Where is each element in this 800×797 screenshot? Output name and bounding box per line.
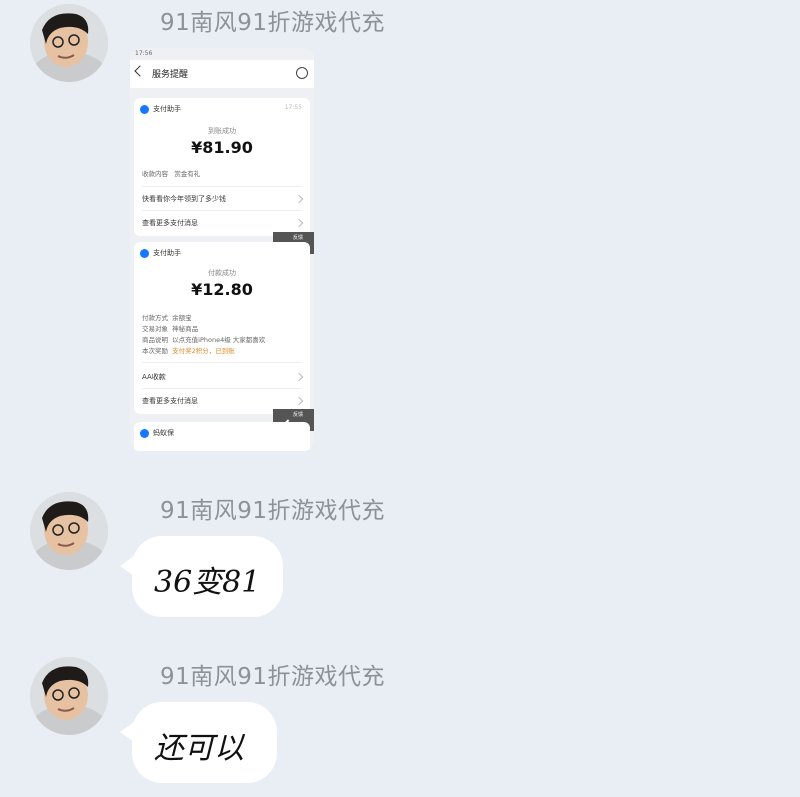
alipay-icon bbox=[140, 104, 149, 114]
avatar[interactable] bbox=[30, 657, 108, 735]
card-time: 17:55 bbox=[284, 104, 302, 111]
message-text: 36变81 bbox=[154, 565, 261, 600]
card-row: 付款方式 余额宝 bbox=[142, 314, 192, 322]
nav-title: 服务提醒 bbox=[152, 70, 189, 80]
avatar[interactable] bbox=[30, 4, 108, 82]
card-row: 商品说明 以点充值iPhone4级 大家都喜欢 bbox=[142, 336, 266, 344]
message-bubble[interactable]: 36变81 bbox=[120, 536, 283, 617]
sender-name: 91南风91折游戏代充 bbox=[160, 10, 386, 36]
divider bbox=[142, 210, 302, 211]
sender-name: 91南风91折游戏代充 bbox=[160, 498, 386, 524]
card-row: 交易对象 神秘商品 bbox=[142, 325, 199, 333]
chevron-right-icon bbox=[294, 396, 304, 406]
payment-card-2: 支付助手 付款成功 ¥12.80 付款方式 余额宝 交易对象 神秘商品 商品说明… bbox=[134, 242, 310, 414]
card-amount: ¥12.80 bbox=[191, 280, 253, 299]
chevron-right-icon bbox=[294, 218, 304, 228]
card-link: AA收款 bbox=[142, 373, 166, 381]
card-header: 支付助手 bbox=[140, 248, 181, 258]
gear-icon bbox=[296, 67, 308, 79]
chevron-right-icon bbox=[294, 372, 304, 382]
card-amount: ¥81.90 bbox=[191, 138, 253, 157]
card-link: 查看更多支付消息 bbox=[142, 219, 198, 227]
alipay-icon bbox=[140, 248, 149, 258]
antsure-icon bbox=[140, 428, 149, 438]
card-header: 蚂蚁保 bbox=[140, 428, 174, 438]
back-icon bbox=[134, 65, 146, 77]
divider bbox=[142, 362, 302, 363]
avatar[interactable] bbox=[30, 492, 108, 570]
card-row: 收款内容 赏金有礼 bbox=[142, 170, 201, 178]
status-bar: 17:56 bbox=[135, 50, 153, 57]
chevron-right-icon bbox=[294, 194, 304, 204]
sender-name: 91南风91折游戏代充 bbox=[160, 664, 386, 690]
payment-card-1: 支付助手 17:55 到账成功 ¥81.90 收款内容 赏金有礼 快看看你今年领… bbox=[134, 98, 310, 236]
card-link: 快看看你今年领到了多少钱 bbox=[142, 195, 226, 203]
divider bbox=[142, 186, 302, 187]
message-text: 还可以 bbox=[154, 731, 244, 766]
card-status: 付款成功 bbox=[208, 269, 236, 277]
card-link: 查看更多支付消息 bbox=[142, 397, 198, 405]
card-row: 本次奖励 支付奖2积分，已到账 bbox=[142, 347, 235, 355]
nav-bar: 服务提醒 bbox=[130, 60, 314, 88]
card-status: 到账成功 bbox=[208, 127, 236, 135]
card-header: 支付助手 bbox=[140, 104, 181, 114]
payment-card-3: 蚂蚁保 bbox=[134, 422, 310, 451]
message-bubble[interactable]: 还可以 bbox=[120, 702, 277, 783]
divider bbox=[142, 388, 302, 389]
payment-screenshot-image[interactable]: 17:56 服务提醒 支付助手 17:55 到账成功 ¥81.90 收款内容 赏… bbox=[130, 48, 314, 451]
